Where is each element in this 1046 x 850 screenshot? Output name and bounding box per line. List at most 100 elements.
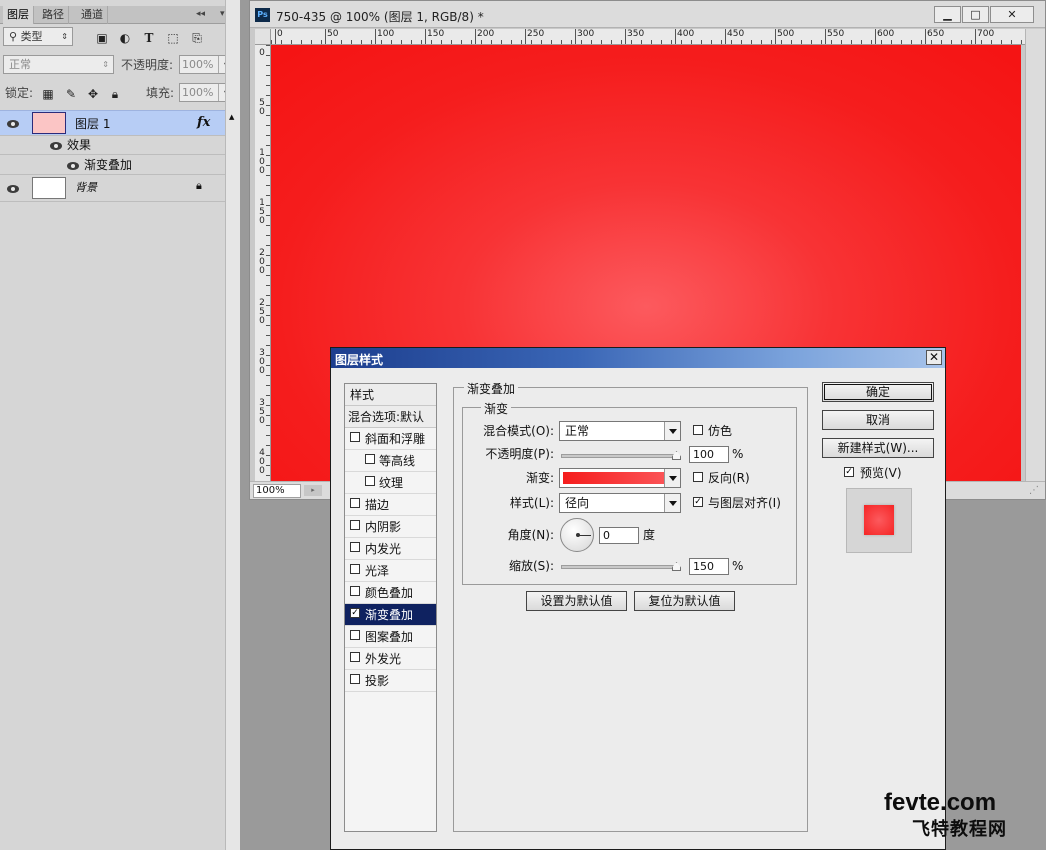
visibility-eye-icon[interactable] [6,119,20,129]
smart-object-filter-icon[interactable]: ⎘ [190,31,204,45]
blend-mode-select[interactable]: 正常 [559,421,681,441]
dialog-titlebar[interactable]: 图层样式 ✕ [331,348,945,368]
styles-header[interactable]: 样式 [345,384,436,406]
style-item[interactable]: 内发光 [345,538,436,560]
style-item[interactable]: ✓ 渐变叠加 [345,604,436,626]
style-item-checkbox[interactable] [350,542,360,552]
blending-options-item[interactable]: 混合选项:默认 [345,406,436,428]
maximize-button[interactable]: □ [962,6,989,23]
style-item-checkbox[interactable] [365,476,375,486]
style-item-label: 颜色叠加 [365,586,414,600]
opacity-percent-sign: % [732,447,744,461]
ruler-v-label: 50 [259,98,265,117]
gradient-picker[interactable] [559,468,681,488]
style-item[interactable]: 颜色叠加 [345,582,436,604]
align-with-layer-checkbox[interactable]: ✓ [693,497,703,507]
dialog-close-button[interactable]: ✕ [926,350,942,365]
style-item[interactable]: 描边 [345,494,436,516]
gradient-effect-eye-icon[interactable] [66,161,80,171]
reset-to-default-button[interactable]: 复位为默认值 [634,591,735,611]
style-item[interactable]: 投影 [345,670,436,692]
minimize-button[interactable]: ▁ [934,6,961,23]
close-button[interactable]: ✕ [990,6,1034,23]
style-item[interactable]: 内阴影 [345,516,436,538]
panel-scroll-strip[interactable]: ▲ [225,0,240,850]
angle-input[interactable]: 0 [599,527,639,544]
ok-button[interactable]: 确定 [822,382,934,402]
blend-mode-select[interactable]: 正常 ⇕ [3,55,114,74]
gradient-style-select[interactable]: 径向 [559,493,681,513]
tab-layers[interactable]: 图层 [3,6,34,24]
tab-channels[interactable]: 通道 [77,6,108,24]
vertical-ruler[interactable]: 0 50 100 150 200 250 300 350 400 [255,45,271,481]
angle-dial[interactable] [560,518,594,552]
scroll-up-icon[interactable]: ▲ [229,113,234,121]
angle-unit: 度 [643,528,656,542]
zoom-field[interactable]: 100% [253,484,301,498]
style-item-checkbox[interactable] [350,652,360,662]
lock-all-icon[interactable]: 🔒︎ [108,87,122,101]
scale-slider-thumb[interactable] [672,562,681,571]
set-as-default-button[interactable]: 设置为默认值 [526,591,627,611]
layer1-effect-gradient-row[interactable]: 渐变叠加 [0,155,225,175]
scale-input[interactable]: 150 [689,558,729,575]
preview-checkbox[interactable]: ✓ [844,467,854,477]
layers-panel: 图层 路径 通道 ◂◂ ▾≡ ⚲ 类型 ⇕ ▣ ◐ T ⬚ ⎘ 正常 ⇕ 不透明… [0,0,240,850]
vertical-scrollbar[interactable] [1025,29,1045,481]
adjustment-filter-icon[interactable]: ◐ [118,31,132,45]
style-item-checkbox[interactable] [350,630,360,640]
cancel-button[interactable]: 取消 [822,410,934,430]
style-item-checkbox[interactable] [350,586,360,596]
background-thumbnail [32,177,66,199]
lock-transparent-icon[interactable]: ▦ [41,87,55,101]
fill-value: 100% [182,86,214,99]
ruler-origin[interactable] [255,29,271,45]
reverse-checkbox[interactable] [693,472,703,482]
style-item[interactable]: 外发光 [345,648,436,670]
scale-slider[interactable] [561,562,681,571]
style-item-checkbox[interactable] [350,432,360,442]
resize-grip-icon[interactable]: ⋰ [1029,485,1039,496]
effects-eye-icon[interactable] [49,141,63,151]
style-item-checkbox[interactable]: ✓ [350,608,360,618]
lock-image-icon[interactable]: ✎ [64,87,78,101]
layer1-effects-row[interactable]: 效果 [0,136,225,155]
fx-icon[interactable]: fx [197,115,210,130]
horizontal-ruler[interactable]: 0 50 100 150 200 250 300 350 400 450 500… [271,29,1025,45]
opacity-slider[interactable] [561,451,681,460]
style-item-label: 描边 [365,498,390,512]
type-filter-icon[interactable]: T [142,31,156,45]
style-item[interactable]: 光泽 [345,560,436,582]
gradient-subgroup: 渐变 混合模式(O): 正常 仿色 不透明度(P): 100 % 渐变: 反向(… [462,400,797,585]
pixel-filter-icon[interactable]: ▣ [95,31,109,45]
style-item[interactable]: 斜面和浮雕 [345,428,436,450]
filter-kind-select[interactable]: ⚲ 类型 ⇕ [3,27,73,46]
lock-position-icon[interactable]: ✥ [86,87,100,101]
style-item[interactable]: 纹理 [345,472,436,494]
document-titlebar[interactable]: Ps 750-435 @ 100% (图层 1, RGB/8) * ▁ □ ✕ [250,1,1045,28]
watermark-site-name: 飞特教程网 [912,819,1007,840]
style-item[interactable]: 等高线 [345,450,436,472]
style-item-checkbox[interactable] [365,454,375,464]
status-menu-icon[interactable]: ▸ [304,485,322,496]
opacity-slider-thumb[interactable] [672,451,681,460]
dither-checkbox[interactable] [693,425,703,435]
style-item-checkbox[interactable] [350,520,360,530]
tab-paths[interactable]: 路径 [38,6,69,24]
shape-filter-icon[interactable]: ⬚ [166,31,180,45]
filter-kind-label: 类型 [20,30,43,43]
style-item-checkbox[interactable] [350,674,360,684]
style-item-checkbox[interactable] [350,498,360,508]
collapse-panel-icon[interactable]: ◂◂ [196,9,205,19]
style-item[interactable]: 图案叠加 [345,626,436,648]
ruler-v-label: 250 [259,298,265,326]
style-preview-swatch [864,505,894,535]
gradient-preview-swatch[interactable] [563,472,664,484]
layer-row-background[interactable]: 背景 🔒︎ [0,175,225,202]
new-style-button[interactable]: 新建样式(W)... [822,438,934,458]
ruler-v-label: 200 [259,248,265,276]
layer-row-layer1[interactable]: 图层 1 fx [0,110,225,136]
visibility-eye-icon[interactable] [6,184,20,194]
opacity-input[interactable]: 100 [689,446,729,463]
style-item-checkbox[interactable] [350,564,360,574]
